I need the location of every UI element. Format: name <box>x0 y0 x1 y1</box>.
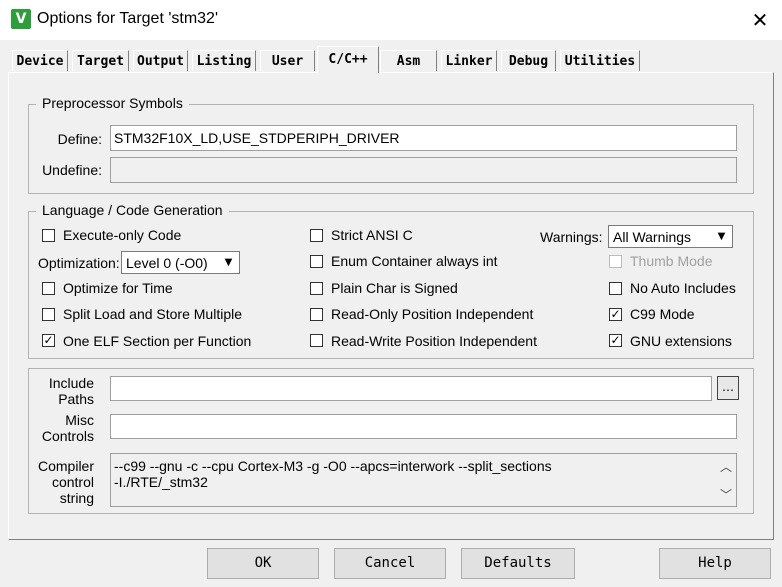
compiler-control-line2: -I./RTE/_stm32 <box>114 474 208 490</box>
scroll-up-icon[interactable]: ︿ <box>718 458 734 476</box>
chevron-down-icon: ▼ <box>717 231 726 242</box>
c99-mode-label: C99 Mode <box>630 306 695 322</box>
split-load-checkbox[interactable] <box>42 308 55 321</box>
enum-container-checkbox[interactable] <box>310 255 323 268</box>
strict-ansi-label: Strict ANSI C <box>331 227 413 243</box>
plain-char-checkbox[interactable] <box>310 282 323 295</box>
window-title: Options for Target 'stm32' <box>37 10 219 27</box>
tab-target[interactable]: Target <box>72 50 129 71</box>
no-auto-includes-checkbox[interactable] <box>609 282 622 295</box>
tab-c-cpp[interactable]: C/C++ <box>317 46 379 73</box>
one-elf-section-label: One ELF Section per Function <box>63 333 252 349</box>
define-label: Define: <box>57 131 102 147</box>
optimization-select[interactable]: Level 0 (-O0) ▼ <box>121 251 240 274</box>
undefine-label: Undefine: <box>42 162 102 178</box>
include-paths-label-line1: Include <box>48 375 94 391</box>
gnu-extensions-label: GNU extensions <box>630 333 732 349</box>
preprocessor-group-label: Preprocessor Symbols <box>36 95 189 111</box>
tab-output[interactable]: Output <box>133 50 188 71</box>
chevron-down-icon: ▼ <box>224 257 233 268</box>
compiler-control-label-line2: control <box>51 474 94 490</box>
execute-only-checkbox[interactable] <box>42 229 55 242</box>
ok-button[interactable]: OK <box>207 548 319 579</box>
misc-controls-field[interactable] <box>110 414 737 439</box>
no-auto-includes-label: No Auto Includes <box>630 280 736 296</box>
compiler-control-line1: --c99 --gnu -c --cpu Cortex-M3 -g -O0 --… <box>114 458 552 474</box>
optimization-value: Level 0 (-O0) <box>126 255 208 271</box>
read-only-pi-checkbox[interactable] <box>310 308 323 321</box>
thumb-mode-checkbox[interactable] <box>609 255 622 268</box>
tab-utilities[interactable]: Utilities <box>560 50 640 71</box>
one-elf-section-checkbox[interactable]: ✓ <box>42 334 55 347</box>
include-paths-field[interactable] <box>110 376 712 401</box>
optimize-for-time-label: Optimize for Time <box>63 280 173 296</box>
plain-char-label: Plain Char is Signed <box>331 280 458 296</box>
split-load-label: Split Load and Store Multiple <box>63 306 242 322</box>
define-field[interactable]: STM32F10X_LD,USE_STDPERIPH_DRIVER <box>110 125 737 151</box>
c99-mode-checkbox[interactable]: ✓ <box>609 308 622 321</box>
read-only-pi-label: Read-Only Position Independent <box>331 306 534 322</box>
browse-ellipsis-button[interactable]: … <box>717 376 739 400</box>
scroll-down-icon[interactable]: ﹀ <box>718 486 734 504</box>
tab-listing[interactable]: Listing <box>192 50 256 71</box>
language-group-label: Language / Code Generation <box>36 202 229 218</box>
keil-app-icon: V <box>11 9 31 29</box>
help-button[interactable]: Help <box>659 548 771 579</box>
close-icon[interactable]: ✕ <box>744 4 776 36</box>
thumb-mode-label: Thumb Mode <box>630 253 713 269</box>
misc-controls-label-line2: Controls <box>41 428 94 444</box>
compiler-control-string: --c99 --gnu -c --cpu Cortex-M3 -g -O0 --… <box>110 453 737 507</box>
warnings-select[interactable]: All Warnings ▼ <box>608 225 733 248</box>
tab-debug[interactable]: Debug <box>501 50 556 71</box>
strict-ansi-checkbox[interactable] <box>310 229 323 242</box>
tab-linker[interactable]: Linker <box>441 50 497 71</box>
undefine-field[interactable] <box>110 157 737 183</box>
compiler-control-label-line3: string <box>59 490 94 506</box>
cancel-button[interactable]: Cancel <box>334 548 446 579</box>
tab-user[interactable]: User <box>260 50 315 71</box>
tab-device[interactable]: Device <box>12 50 68 71</box>
tab-asm[interactable]: Asm <box>380 50 437 71</box>
read-write-pi-label: Read-Write Position Independent <box>331 333 537 349</box>
warnings-value: All Warnings <box>613 229 692 245</box>
optimization-label: Optimization: <box>38 255 120 271</box>
warnings-label: Warnings: <box>540 229 603 245</box>
execute-only-label: Execute-only Code <box>63 227 182 243</box>
enum-container-label: Enum Container always int <box>331 253 498 269</box>
optimize-for-time-checkbox[interactable] <box>42 282 55 295</box>
include-paths-label-line2: Paths <box>58 391 94 407</box>
compiler-control-label-line1: Compiler <box>37 458 94 474</box>
misc-controls-label-line1: Misc <box>65 412 94 428</box>
read-write-pi-checkbox[interactable] <box>310 334 323 347</box>
defaults-button[interactable]: Defaults <box>461 548 575 579</box>
gnu-extensions-checkbox[interactable]: ✓ <box>609 334 622 347</box>
